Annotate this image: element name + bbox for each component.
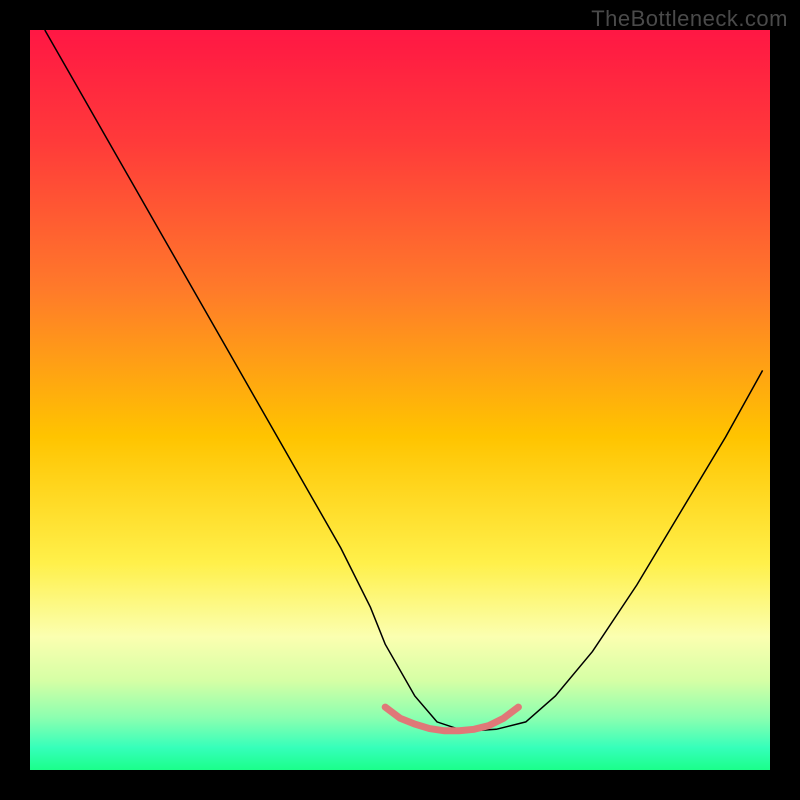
chart-curves: [30, 30, 770, 770]
chart-area: [30, 30, 770, 770]
watermark-text: TheBottleneck.com: [591, 6, 788, 32]
bottleneck-curve: [45, 30, 763, 731]
